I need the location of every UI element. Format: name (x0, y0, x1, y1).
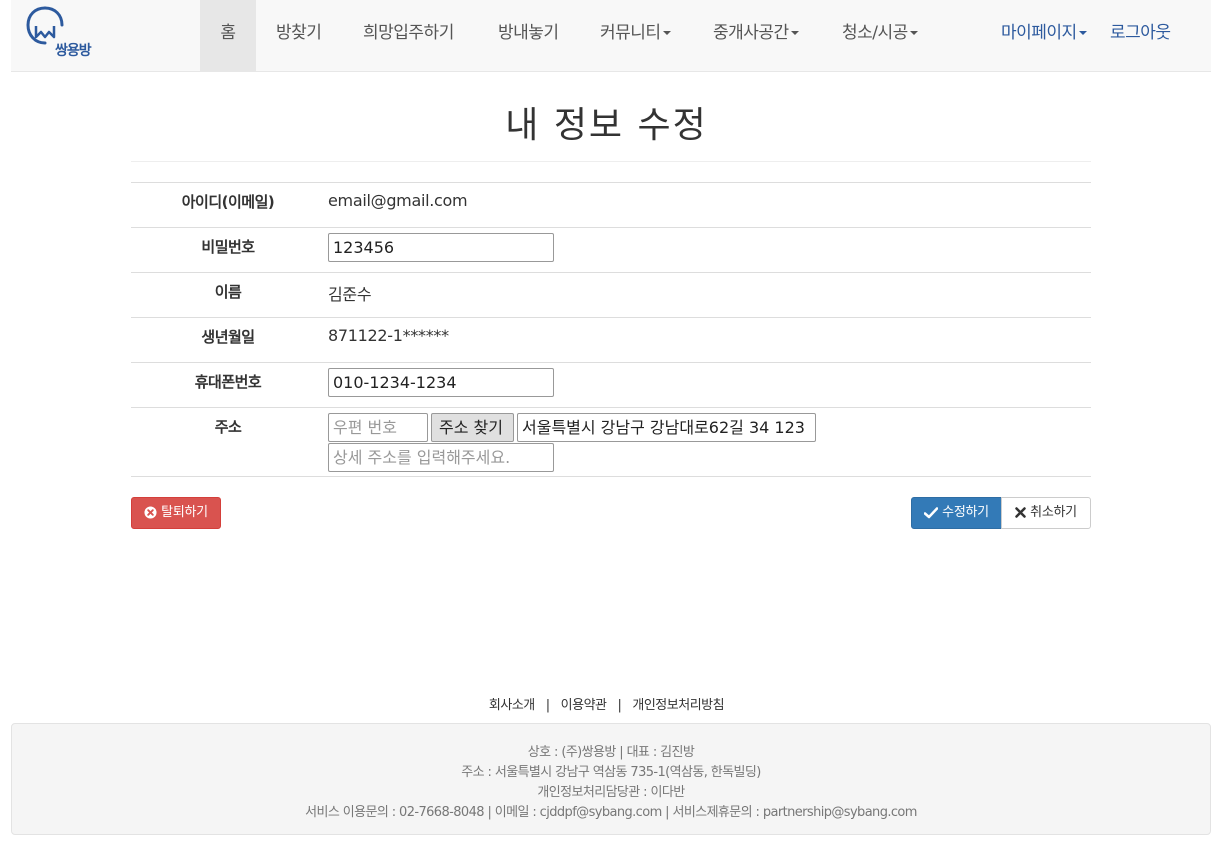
nav-agent-space-label: 중개사공간 (713, 23, 789, 43)
nav-community-label: 커뮤니티 (600, 23, 661, 43)
footer-company-line: 상호 : (주)쌍용방 | 대표 : 김진방 (527, 745, 695, 760)
nav-find-room[interactable]: 방찾기 (276, 0, 322, 72)
address-input[interactable]: 서울특별시 강남구 강남대로62길 34 123 (517, 413, 816, 442)
nav-cleaning-label: 청소/시공 (842, 23, 908, 43)
zipcode-input[interactable]: 우편 번호 (328, 413, 428, 442)
withdraw-label: 탈퇴하기 (161, 505, 208, 520)
password-input[interactable]: 123456 (328, 233, 554, 262)
footer-separator: | (545, 698, 550, 713)
birth-label: 생년월일 (201, 328, 255, 346)
nav-list-room[interactable]: 방내놓기 (498, 0, 559, 72)
password-label: 비밀번호 (201, 238, 255, 256)
footer-info: 상호 : (주)쌍용방 | 대표 : 김진방 주소 : 서울특별시 강남구 역삼… (11, 723, 1211, 835)
cancel-button[interactable]: 취소하기 (1001, 497, 1091, 529)
brand-name: 쌍용방 (55, 43, 92, 59)
name-label: 이름 (214, 283, 242, 301)
name-value: 김준수 (328, 285, 372, 304)
nav-cleaning[interactable]: 청소/시공 (842, 0, 918, 72)
form-row-id: 아이디(이메일) email@gmail.com (131, 183, 1091, 228)
footer-links: 회사소개 | 이용약관 | 개인정보처리방침 (0, 694, 1213, 713)
caret-down-icon (790, 31, 799, 35)
address-search-button[interactable]: 주소 찾기 (431, 413, 514, 442)
footer-link-about[interactable]: 회사소개 (489, 698, 535, 713)
page-title: 내 정보 수정 (505, 105, 708, 146)
address-label: 주소 (214, 418, 242, 436)
nav-agent-space[interactable]: 중개사공간 (713, 0, 799, 72)
nav-community[interactable]: 커뮤니티 (600, 0, 671, 72)
check-icon (924, 506, 939, 518)
close-icon (1015, 507, 1026, 518)
nav-logout[interactable]: 로그아웃 (1110, 0, 1171, 72)
nav-mypage[interactable]: 마이페이지 (1001, 0, 1087, 72)
caret-down-icon (662, 31, 671, 35)
form-row-address: 주소 우편 번호 주소 찾기 서울특별시 강남구 강남대로62길 34 123 … (131, 408, 1091, 477)
save-button[interactable]: 수정하기 (911, 497, 1002, 529)
id-label: 아이디(이메일) (181, 193, 275, 211)
caret-down-icon (909, 31, 918, 35)
phone-label: 휴대폰번호 (194, 373, 262, 391)
navbar: 쌍용방 홈 방찾기 희망입주하기 방내놓기 커뮤니티 중개사공간 청소/시공 마… (11, 0, 1211, 72)
footer-link-terms[interactable]: 이용약관 (561, 698, 607, 713)
form-row-birth: 생년월일 871122-1****** (131, 318, 1091, 363)
brand-logo[interactable]: 쌍용방 (25, 6, 105, 64)
footer-contact-line: 서비스 이용문의 : 02-7668-8048 | 이메일 : cjddpf@s… (305, 805, 917, 820)
id-value: email@gmail.com (328, 191, 468, 210)
footer-address-line: 주소 : 서울특별시 강남구 역삼동 735-1(역삼동, 한독빌딩) (461, 765, 761, 780)
title-divider (131, 161, 1091, 162)
save-label: 수정하기 (942, 505, 989, 520)
footer-link-privacy[interactable]: 개인정보처리방침 (632, 698, 724, 713)
nav-mypage-label: 마이페이지 (1001, 23, 1077, 43)
phone-input[interactable]: 010-1234-1234 (328, 368, 554, 397)
footer-privacy-officer-line: 개인정보처리담당관 : 이다반 (537, 785, 685, 800)
form-row-password: 비밀번호 123456 (131, 228, 1091, 273)
cancel-label: 취소하기 (1030, 505, 1077, 520)
nav-wish-move-in[interactable]: 희망입주하기 (363, 0, 454, 72)
profile-form: 아이디(이메일) email@gmail.com 비밀번호 123456 이름 … (131, 182, 1091, 477)
form-row-name: 이름 김준수 (131, 273, 1091, 318)
footer-separator: | (617, 698, 622, 713)
birth-value: 871122-1****** (328, 326, 449, 345)
nav-home[interactable]: 홈 (200, 0, 256, 72)
address-detail-input[interactable]: 상세 주소를 입력해주세요. (328, 443, 554, 472)
remove-circle-icon (144, 506, 157, 519)
withdraw-button[interactable]: 탈퇴하기 (131, 497, 221, 529)
caret-down-icon (1078, 31, 1087, 35)
form-row-phone: 휴대폰번호 010-1234-1234 (131, 363, 1091, 408)
